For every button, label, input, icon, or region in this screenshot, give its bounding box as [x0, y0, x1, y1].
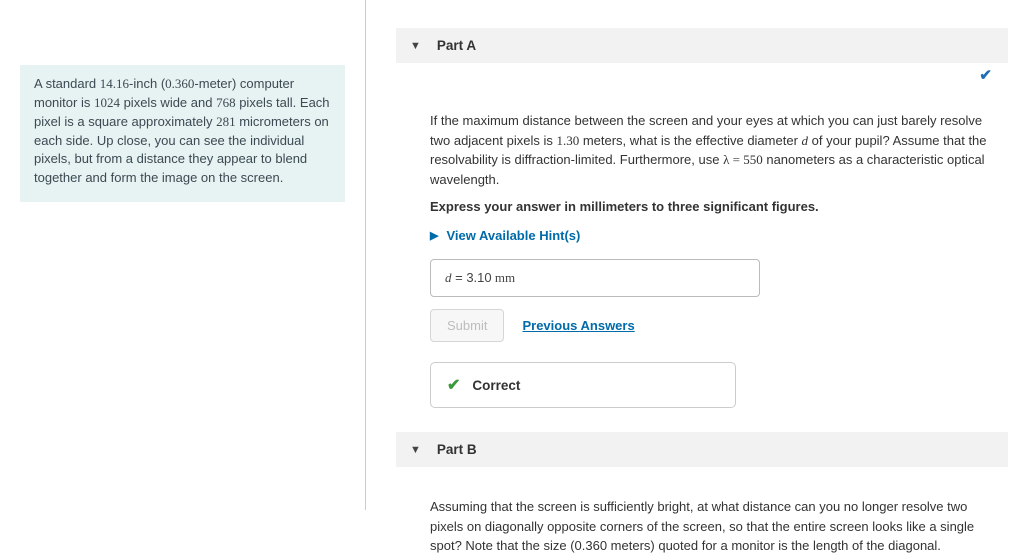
part-a-section: ▼ Part A ✔ If the maximum distance betwe… [396, 28, 1008, 408]
part-a-title: Part A [437, 38, 476, 53]
caret-down-icon: ▼ [410, 40, 421, 52]
previous-answers-link[interactable]: Previous Answers [522, 318, 634, 333]
question-column: ▼ Part A ✔ If the maximum distance betwe… [366, 0, 1024, 510]
answer-value: 3.10 [466, 270, 491, 285]
part-a-instructions: Express your answer in millimeters to th… [430, 199, 988, 214]
answer-eq: = [452, 270, 467, 285]
feedback-correct: ✔ Correct [430, 362, 736, 408]
intro-text-1: A standard [34, 76, 100, 91]
part-b-title: Part B [437, 442, 477, 457]
submit-button[interactable]: Submit [430, 309, 504, 342]
feedback-label: Correct [472, 378, 520, 393]
caret-down-icon: ▼ [410, 444, 421, 456]
hints-label: View Available Hint(s) [446, 228, 580, 243]
intro-text-2: -inch ( [129, 76, 165, 91]
problem-intro-column: A standard 14.16-inch (0.360-meter) comp… [0, 0, 365, 510]
caret-right-icon: ▶ [430, 229, 438, 242]
part-b-section: ▼ Part B Assuming that the screen is suf… [396, 432, 1008, 556]
intro-px-w: 1024 [94, 95, 120, 110]
part-a-question: If the maximum distance between the scre… [430, 111, 988, 189]
qa-lambda: λ = 550 [723, 152, 763, 167]
intro-px-h: 768 [216, 95, 236, 110]
part-b-body: Assuming that the screen is sufficiently… [396, 467, 1008, 556]
answer-unit: mm [492, 270, 515, 285]
qa-text-2: meters, what is the effective diameter [579, 133, 801, 148]
checkmark-icon: ✔ [979, 66, 992, 84]
answer-display: d = 3.10 mm [430, 259, 760, 297]
check-icon: ✔ [447, 375, 460, 395]
intro-um: 281 [216, 114, 236, 129]
intro-text-4: pixels wide and [120, 95, 216, 110]
part-a-header[interactable]: ▼ Part A [396, 28, 1008, 63]
intro-size-inch: 14.16 [100, 76, 129, 91]
view-hints-link[interactable]: ▶ View Available Hint(s) [430, 228, 988, 243]
part-b-question: Assuming that the screen is sufficiently… [430, 497, 988, 556]
intro-size-m: 0.360 [165, 76, 194, 91]
part-a-body: If the maximum distance between the scre… [396, 63, 1008, 408]
part-b-header[interactable]: ▼ Part B [396, 432, 1008, 467]
qa-dist: 1.30 [556, 133, 579, 148]
action-row: Submit Previous Answers [430, 309, 988, 342]
problem-intro-text: A standard 14.16-inch (0.360-meter) comp… [20, 65, 345, 202]
